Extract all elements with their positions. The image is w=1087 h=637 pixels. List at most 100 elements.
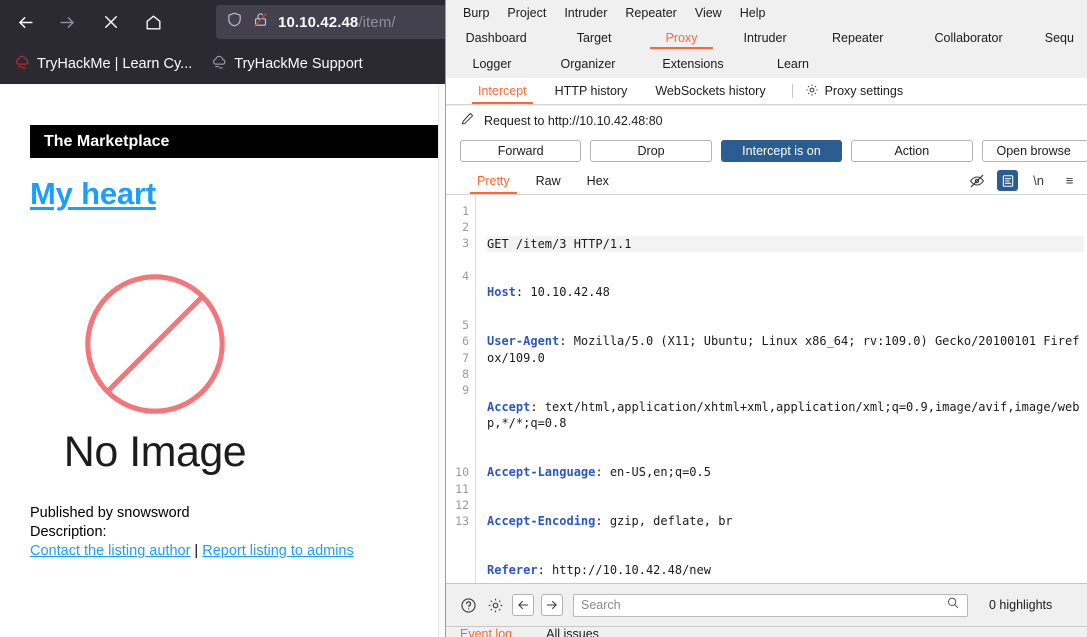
back-button[interactable] [10,8,40,36]
proxy-settings-label: Proxy settings [824,84,904,98]
web-page-content: The Marketplace My heart No Image Publis… [0,84,452,637]
bookmark-tryhackme-learn[interactable]: TryHackMe | Learn Cy... [8,52,197,77]
url-bar[interactable]: 10.10.42.48/item/ [216,5,452,39]
navigation-toolbar: 10.10.42.48/item/ [0,0,452,44]
header-row: Host: 10.10.42.48 [487,284,1084,300]
intercept-toggle-button[interactable]: Intercept is on [720,140,843,162]
line-number: 5 [462,318,469,332]
request-editor[interactable]: 1 2 3 4 5 6 7 8 9 10 11 12 13 GET /item/… [446,195,1087,583]
line-number: 13 [455,514,469,528]
action-button[interactable]: Action [851,140,973,162]
header-key: Accept [487,399,531,414]
highlights-count: 0 highlights [989,598,1053,612]
tab-collaborator[interactable]: Collaborator [906,26,1030,49]
thm-logo-grey-icon [210,55,227,74]
viewtab-raw[interactable]: Raw [523,169,574,193]
header-row: Accept-Language: en-US,en;q=0.5 [487,464,1084,480]
gear-icon [805,83,819,100]
tab-target[interactable]: Target [546,26,642,49]
line-number: 12 [455,498,469,512]
forward-button[interactable]: Forward [460,140,582,162]
open-browser-button[interactable]: Open browse [981,140,1087,162]
browser-chrome: 10.10.42.48/item/ TryHackMe | Learn Cy..… [0,0,452,84]
line-number: 10 [455,465,469,479]
line-number: 1 [462,204,469,218]
viewtab-pretty[interactable]: Pretty [464,169,523,194]
intercept-action-buttons: Forward Drop Intercept is on Action Open… [446,135,1087,167]
menu-burp[interactable]: Burp [454,3,498,23]
header-colon: : [595,464,603,479]
newline-icon[interactable]: \n [1028,170,1049,191]
burp-main-tabs-row2: Logger Organizer Extensions Learn [446,52,1087,78]
gear-icon[interactable] [485,595,505,615]
all-issues-label[interactable]: All issues [546,627,599,637]
stop-button[interactable] [96,8,126,36]
forward-button[interactable] [52,8,82,36]
tab-extensions[interactable]: Extensions [638,52,748,75]
subtab-intercept[interactable]: Intercept [464,79,541,104]
question-circle-icon[interactable] [458,595,478,615]
description-label: Description: [30,524,107,540]
request-target-row: Request to http://10.10.42.48:80 [446,106,1087,135]
report-listing-link[interactable]: Report listing to admins [202,543,354,559]
line-number: 9 [462,383,469,397]
tab-learn[interactable]: Learn [748,52,838,75]
line-number: 2 [462,220,469,234]
subtab-websockets-history[interactable]: WebSockets history [641,79,779,103]
no-image-icon [85,274,225,414]
tab-logger[interactable]: Logger [446,52,538,75]
header-value: 10.10.42.48 [523,285,610,300]
line-number: 6 [462,334,469,348]
hamburger-menu-icon[interactable]: ≡ [1059,170,1080,191]
line-number: 8 [462,367,469,381]
listing-meta: Published by snowsword Description: Cont… [30,504,354,561]
broken-lock-icon[interactable] [252,11,269,33]
header-key: User-Agent [487,334,560,349]
bookmarks-toolbar: TryHackMe | Learn Cy... TryHackMe Suppor… [0,44,452,84]
pencil-icon [460,111,475,131]
header-key: Host [487,285,516,300]
search-icon[interactable] [946,596,960,615]
header-key: Accept-Encoding [487,513,596,528]
bookmark-tryhackme-support[interactable]: TryHackMe Support [205,52,367,77]
proxy-settings-button[interactable]: Proxy settings [805,83,904,100]
site-title: The Marketplace [44,132,170,150]
menu-project[interactable]: Project [498,3,555,23]
shield-icon[interactable] [226,11,243,33]
item-title-link[interactable]: My heart [30,176,156,212]
format-doc-icon[interactable] [997,170,1018,191]
eye-slash-icon[interactable] [966,170,987,191]
viewtab-hex[interactable]: Hex [574,169,622,193]
header-key: Referer [487,562,538,577]
tab-repeater[interactable]: Repeater [809,26,906,49]
bookmark-label: TryHackMe Support [234,56,363,72]
request-code[interactable]: GET /item/3 HTTP/1.1 Host: 10.10.42.48 U… [477,195,1087,583]
menu-repeater[interactable]: Repeater [616,3,685,23]
header-colon: : [530,399,538,414]
menu-help[interactable]: Help [731,3,775,23]
no-image-placeholder: No Image [30,264,280,477]
search-next-button[interactable] [541,594,563,616]
menu-intruder[interactable]: Intruder [555,3,616,23]
tab-organizer[interactable]: Organizer [538,52,638,75]
contact-author-link[interactable]: Contact the listing author [30,543,190,559]
header-value: text/html,application/xhtml+xml,applicat… [487,399,1080,430]
search-input[interactable] [581,598,946,612]
burp-suite-window: Burp Project Intruder Repeater View Help… [445,0,1087,637]
drop-button[interactable]: Drop [590,140,712,162]
header-key: Accept-Language [487,464,596,479]
burp-main-tabs-row1: Dashboard Target Proxy Intruder Repeater… [446,26,1087,52]
menu-view[interactable]: View [686,3,731,23]
tab-sequencer[interactable]: Sequ [1031,26,1087,49]
burp-menubar: Burp Project Intruder Repeater View Help [446,0,1087,26]
search-field[interactable] [573,593,968,617]
tab-proxy[interactable]: Proxy [642,26,721,49]
home-button[interactable] [138,8,168,36]
tab-intruder[interactable]: Intruder [721,26,809,49]
url-text: 10.10.42.48/item/ [278,13,396,31]
message-view-tabs: Pretty Raw Hex \n ≡ [446,167,1087,195]
search-prev-button[interactable] [512,594,534,616]
subtab-http-history[interactable]: HTTP history [541,79,642,103]
tab-dashboard[interactable]: Dashboard [446,26,546,49]
event-log-label[interactable]: Event log [460,627,512,637]
